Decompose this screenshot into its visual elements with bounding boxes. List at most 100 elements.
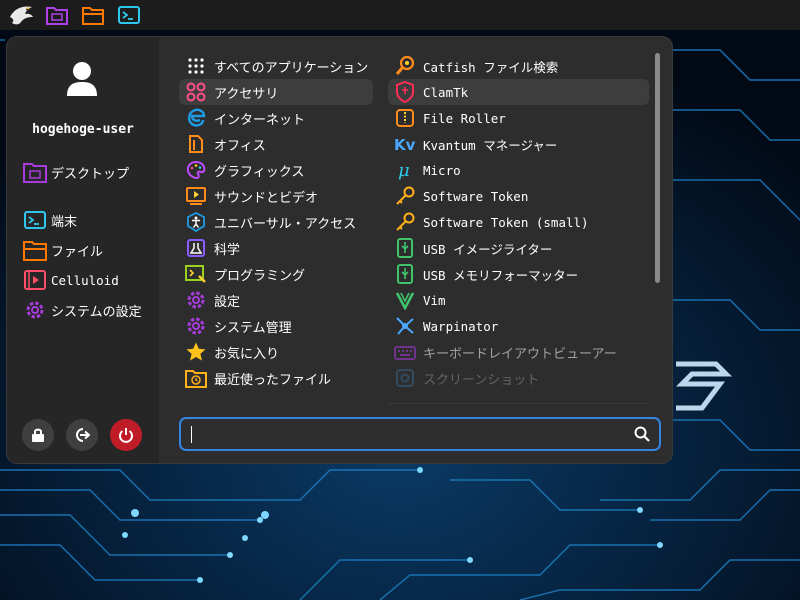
app-label: Software Token [423, 188, 529, 204]
app-label: Vim [423, 292, 446, 308]
power-button[interactable] [110, 419, 142, 451]
office-icon [184, 132, 208, 156]
files-folder-icon [82, 7, 104, 25]
settings-icon [184, 288, 208, 312]
catfish-search-icon [393, 54, 417, 78]
top-panel [0, 0, 800, 30]
category-label: サウンドとビデオ [214, 190, 319, 206]
menu-main: すべてのアプリケーション アクセサリ インターネット オフィス グラフィックス … [159, 37, 672, 463]
micro-editor-icon: μ [393, 158, 417, 182]
favorite-files[interactable]: ファイル [22, 237, 103, 263]
category-label: 設定 [214, 294, 241, 310]
search-icon[interactable] [633, 425, 651, 443]
folder-icon [22, 237, 48, 263]
app-warpinator[interactable]: Warpinator [388, 313, 649, 339]
terminal-launcher[interactable] [114, 0, 144, 30]
app-usb-image-writer[interactable]: USB イメージライター [388, 235, 649, 261]
recent-files-icon [184, 366, 208, 390]
category-system-admin[interactable]: システム管理 [179, 313, 373, 339]
app-label: キーボードレイアウトビューアー [423, 346, 617, 362]
menu-sidebar: hogehoge-user デスクトップ 端末 ファイル Celluloid シ… [7, 37, 159, 463]
app-label: Micro [423, 162, 461, 178]
divider [388, 403, 650, 404]
screenshot-icon [393, 366, 417, 390]
accessories-icon [184, 80, 208, 104]
favorite-desktop[interactable]: デスクトップ [22, 159, 129, 185]
app-vim[interactable]: Vim [388, 287, 649, 313]
category-favorites[interactable]: お気に入り [179, 339, 373, 365]
app-software-token[interactable]: Software Token [388, 183, 649, 209]
category-label: すべてのアプリケーション [214, 60, 369, 76]
key-icon [393, 210, 417, 234]
svg-text:Kv: Kv [394, 136, 416, 153]
app-kvantum[interactable]: Kv Kvantum マネージャー [388, 131, 649, 157]
category-accessories[interactable]: アクセサリ [179, 79, 373, 105]
app-file-roller[interactable]: File Roller [388, 105, 649, 131]
favorite-label: ファイル [51, 244, 104, 260]
app-menu-button[interactable] [6, 0, 36, 30]
category-label: 科学 [214, 242, 241, 258]
app-clamtk[interactable]: ClamTk [388, 79, 649, 105]
svg-text:μ: μ [398, 160, 410, 180]
key-icon [393, 184, 417, 208]
category-universal-access[interactable]: ユニバーサル・アクセス [179, 209, 373, 235]
accessibility-icon [184, 210, 208, 234]
app-software-token-small[interactable]: Software Token (small) [388, 209, 649, 235]
terminal-icon [22, 207, 48, 233]
category-label: オフィス [214, 138, 266, 154]
multimedia-icon [184, 184, 208, 208]
programming-icon [184, 262, 208, 286]
search-input[interactable] [189, 422, 623, 448]
category-recent-files[interactable]: 最近使ったファイル [179, 365, 373, 391]
app-label: Kvantum マネージャー [423, 137, 558, 153]
text-cursor [191, 426, 192, 443]
category-settings[interactable]: 設定 [179, 287, 373, 313]
category-label: インターネット [214, 112, 306, 128]
palette-icon [184, 158, 208, 182]
logout-icon [76, 428, 90, 442]
keyboard-icon [393, 340, 417, 364]
app-label: Software Token (small) [423, 214, 589, 230]
favorite-celluloid[interactable]: Celluloid [22, 267, 119, 293]
app-label: Warpinator [423, 318, 499, 334]
app-usb-formatter[interactable]: USB メモリフォーマッター [388, 261, 649, 287]
category-science[interactable]: 科学 [179, 235, 373, 261]
category-label: システム管理 [214, 320, 292, 336]
category-label: アクセサリ [214, 86, 279, 102]
usb-icon [393, 262, 417, 286]
app-label: Catfish ファイル検索 [423, 59, 559, 75]
category-label: グラフィックス [214, 164, 305, 180]
app-micro[interactable]: μ Micro [388, 157, 649, 183]
app-catfish[interactable]: Catfish ファイル検索 [388, 53, 649, 79]
grid-icon [184, 54, 208, 78]
eagle-logo-icon [10, 6, 33, 25]
app-keyboard-layout-viewer[interactable]: キーボードレイアウトビューアー [388, 339, 649, 365]
avatar[interactable] [65, 61, 99, 97]
category-internet[interactable]: インターネット [179, 105, 373, 131]
category-label: お気に入り [214, 346, 280, 362]
power-icon [119, 428, 133, 443]
category-sound-video[interactable]: サウンドとビデオ [179, 183, 373, 209]
favorite-label: Celluloid [51, 272, 119, 288]
category-graphics[interactable]: グラフィックス [179, 157, 373, 183]
app-list-scrollbar[interactable] [655, 53, 660, 283]
category-all-applications[interactable]: すべてのアプリケーション [179, 53, 373, 79]
logout-button[interactable] [66, 419, 98, 451]
star-icon [184, 340, 208, 364]
favorite-system-settings[interactable]: システムの設定 [22, 297, 142, 323]
internet-icon [184, 106, 208, 130]
desktop-launcher[interactable] [42, 0, 72, 30]
category-label: プログラミング [214, 268, 306, 284]
search-box[interactable] [179, 417, 661, 451]
favorite-terminal[interactable]: 端末 [22, 207, 77, 233]
kvantum-icon: Kv [393, 132, 417, 156]
desktop-folder-icon [46, 7, 68, 25]
usb-icon [393, 236, 417, 260]
app-label: スクリーンショット [423, 372, 540, 388]
files-launcher[interactable] [78, 0, 108, 30]
category-programming[interactable]: プログラミング [179, 261, 373, 287]
app-screenshot[interactable]: スクリーンショット [388, 365, 649, 391]
app-label: ClamTk [423, 84, 469, 100]
lock-button[interactable] [22, 419, 54, 451]
category-office[interactable]: オフィス [179, 131, 373, 157]
